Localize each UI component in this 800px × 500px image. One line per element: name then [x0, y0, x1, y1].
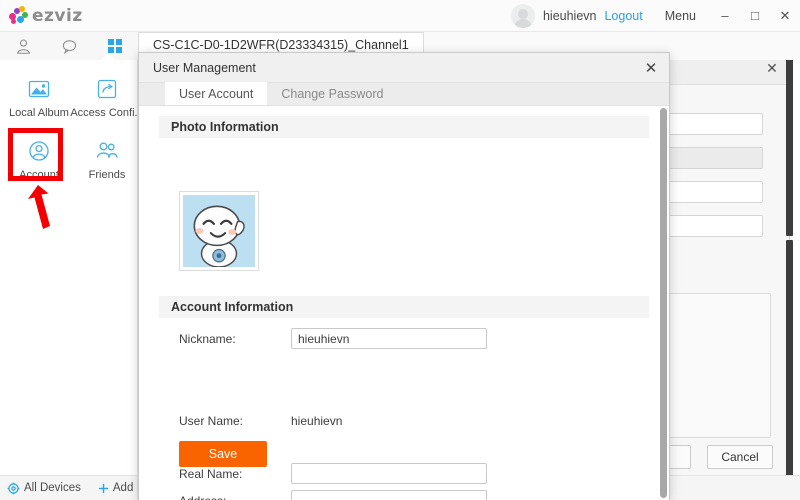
save-button[interactable]: Save — [179, 441, 267, 467]
all-devices-button[interactable]: All Devices — [7, 482, 81, 495]
close-button[interactable]: ✕ — [770, 0, 800, 32]
username-value: hieuhievn — [291, 414, 342, 428]
friends-icon — [94, 138, 120, 164]
logout-link[interactable]: Logout — [604, 9, 642, 23]
brand-name: ezviz — [32, 6, 83, 26]
sidebar-item-friends[interactable]: Friends — [76, 130, 138, 188]
all-devices-label: All Devices — [24, 482, 81, 494]
tab-change-password[interactable]: Change Password — [267, 82, 397, 105]
sidebar-item-label: Friends — [89, 169, 126, 181]
real-name-input[interactable] — [291, 463, 487, 484]
minimize-button[interactable]: – — [710, 0, 740, 32]
ezviz-logo: ezviz — [9, 6, 83, 26]
maximize-button[interactable]: □ — [740, 0, 770, 32]
sidebar: Local Album Access Confi... Account — [0, 60, 138, 475]
right-scrollbar-upper[interactable] — [786, 55, 793, 236]
avatar-photo[interactable] — [179, 191, 259, 271]
access-config-icon — [94, 76, 120, 102]
titlebar-actions: hieuhievn Logout Menu – □ ✕ — [511, 0, 800, 32]
contacts-icon[interactable] — [0, 32, 46, 60]
cartoon-avatar-icon — [183, 195, 255, 267]
photo-information-heading: Photo Information — [159, 116, 649, 138]
bottom-bar: All Devices Add — [0, 475, 138, 500]
username-label: User Name: — [179, 414, 243, 428]
account-information-heading: Account Information — [159, 296, 649, 318]
gear-icon — [7, 482, 20, 495]
account-circle-icon — [26, 138, 52, 164]
nickname-input[interactable] — [291, 328, 487, 349]
device-tab-label: CS-C1C-D0-1D2WFR(D23334315)_Channel1 — [153, 38, 409, 52]
photo-album-icon — [26, 76, 52, 102]
right-scrollbar-lower[interactable] — [786, 240, 793, 485]
close-icon[interactable]: ✕ — [633, 53, 669, 83]
logo-dots-icon — [9, 6, 31, 26]
message-bubble-icon[interactable] — [46, 32, 92, 60]
bg-cancel-button[interactable]: Cancel — [707, 445, 773, 469]
bg-field-4[interactable] — [657, 215, 763, 237]
bg-field-2 — [657, 147, 763, 169]
dialog-body: Photo Information — [139, 106, 669, 500]
add-device-button[interactable]: Add — [97, 482, 133, 495]
sidebar-item-label: Access Confi... — [70, 107, 143, 119]
bg-field-3[interactable] — [657, 181, 763, 203]
add-label: Add — [113, 482, 133, 494]
address-label: Address: — [179, 494, 226, 500]
bg-field-1[interactable] — [657, 113, 763, 135]
active-tool-caret — [101, 53, 115, 60]
menu-button[interactable]: Menu — [665, 9, 696, 23]
real-name-label: Real Name: — [179, 467, 242, 481]
grid-apps-icon[interactable] — [92, 32, 138, 60]
sidebar-item-label: Local Album — [9, 107, 69, 119]
sidebar-item-account[interactable]: Account — [8, 130, 70, 188]
dialog-scrollbar[interactable] — [660, 108, 667, 498]
tab-user-account[interactable]: User Account — [165, 82, 267, 105]
address-input[interactable] — [291, 490, 487, 500]
dialog-tabs: User Account Change Password — [139, 83, 669, 106]
sidebar-item-local-album[interactable]: Local Album — [8, 68, 70, 126]
ezviz-app-window: ezviz hieuhievn Logout Menu – □ ✕ ✕ ve C… — [0, 0, 800, 500]
sidebar-item-access-config[interactable]: Access Confi... — [76, 68, 138, 126]
nickname-label: Nickname: — [179, 332, 236, 346]
plus-icon — [97, 482, 110, 495]
icon-toolbar — [0, 32, 138, 60]
account-username: hieuhievn — [543, 9, 597, 23]
dialog-title: User Management — [153, 61, 256, 75]
user-avatar-icon[interactable] — [511, 4, 535, 28]
user-management-titlebar: User Management ✕ — [139, 53, 669, 83]
user-management-dialog: User Management ✕ User Account Change Pa… — [138, 52, 670, 500]
title-bar: ezviz hieuhievn Logout Menu – □ ✕ — [0, 0, 800, 32]
sidebar-item-label: Account — [19, 169, 59, 181]
